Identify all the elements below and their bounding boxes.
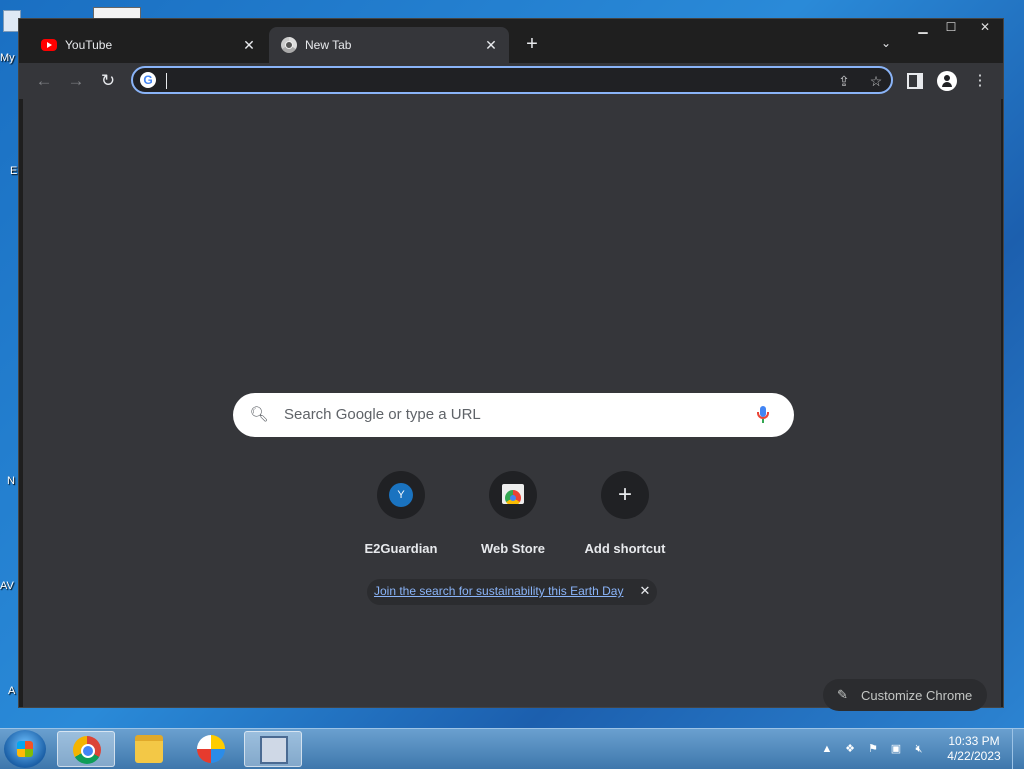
chrome-icon — [281, 37, 297, 53]
shortcut-tile — [489, 471, 537, 519]
ntp-search-box[interactable]: 🔍︎ Search Google or type a URL — [233, 393, 794, 437]
tab-title: YouTube — [65, 38, 113, 52]
tab-youtube[interactable]: YouTube ✕ — [29, 27, 267, 63]
profile-avatar-icon — [937, 71, 957, 92]
system-tray: ▲ ❖ ⚑ ▣ 🔇︎ — [820, 739, 926, 759]
back-arrow-icon[interactable]: ← — [31, 68, 57, 94]
start-button[interactable] — [4, 730, 46, 768]
shortcut-e2guardian[interactable]: Y E2Guardian — [345, 471, 457, 556]
youtube-icon — [41, 39, 57, 51]
address-bar[interactable]: G ⇪ ☆ — [131, 66, 893, 94]
network-icon[interactable]: ▣ — [889, 742, 903, 756]
pencil-icon: ✎ — [837, 687, 848, 702]
taskbar-network-app[interactable] — [244, 731, 302, 767]
search-icon: 🔍︎ — [249, 406, 269, 423]
promo-close-icon[interactable]: ✕ — [637, 583, 653, 599]
taskbar-security-app[interactable] — [182, 731, 240, 767]
volume-muted-icon[interactable]: 🔇︎ — [912, 742, 926, 756]
tab-title: New Tab — [305, 38, 352, 52]
clock-date: 4/22/2023 — [947, 749, 1001, 763]
new-tab-button[interactable]: + — [521, 34, 543, 56]
tray-app-icon[interactable]: ❖ — [843, 742, 857, 756]
address-input[interactable] — [165, 70, 819, 92]
tab-close-icon[interactable]: ✕ — [483, 37, 499, 53]
action-center-flag-icon[interactable]: ⚑ — [866, 742, 880, 756]
browser-toolbar: ← → ↻ G ⇪ ☆ ⋮ — [19, 63, 1003, 99]
microphone-icon[interactable] — [754, 404, 772, 426]
network-app-icon — [260, 736, 288, 764]
profile-button[interactable] — [934, 68, 960, 94]
taskbar-chrome[interactable] — [57, 731, 115, 767]
menu-kebab-icon[interactable]: ⋮ — [967, 68, 993, 94]
shortcut-tile: Y — [377, 471, 425, 519]
taskbar: ▲ ❖ ⚑ ▣ 🔇︎ 10:33 PM 4/22/2023 — [0, 728, 1024, 769]
web-store-icon — [502, 484, 524, 504]
share-icon[interactable]: ⇪ — [835, 72, 853, 90]
search-placeholder: Search Google or type a URL — [284, 406, 481, 423]
shortcut-label: E2Guardian — [364, 541, 438, 556]
chrome-window: YouTube ✕ New Tab ✕ + ⌄ ▁ ☐ ✕ ← → ↻ G ⇪ … — [18, 18, 1004, 711]
shortcut-add[interactable]: + Add shortcut — [569, 471, 681, 556]
reload-icon[interactable]: ↻ — [95, 68, 121, 94]
tab-strip: YouTube ✕ New Tab ✕ + ⌄ ▁ ☐ ✕ — [19, 19, 1003, 63]
text-caret — [166, 73, 167, 89]
tray-expand-icon[interactable]: ▲ — [820, 742, 834, 756]
e2guardian-favicon-icon: Y — [389, 483, 413, 507]
taskbar-file-explorer[interactable] — [120, 731, 178, 767]
new-tab-page: 🔍︎ Search Google or type a URL Y E2Guard… — [23, 99, 1001, 711]
side-panel-icon — [907, 73, 923, 90]
bookmark-star-icon[interactable]: ☆ — [867, 72, 885, 90]
tab-close-icon[interactable]: ✕ — [241, 37, 257, 53]
maximize-icon[interactable]: ☐ — [936, 19, 966, 37]
side-panel-button[interactable] — [902, 68, 928, 94]
google-g-icon: G — [140, 72, 156, 88]
show-desktop-button[interactable] — [1012, 729, 1024, 769]
clock-time: 10:33 PM — [948, 734, 1000, 748]
customize-label: Customize Chrome — [861, 688, 973, 703]
plus-icon: + — [617, 481, 632, 508]
file-explorer-icon — [135, 735, 163, 763]
promo-banner: Join the search for sustainability this … — [367, 579, 657, 605]
chrome-icon — [73, 736, 101, 764]
minimize-icon[interactable]: ▁ — [908, 19, 938, 37]
security-shield-icon — [197, 735, 225, 763]
taskbar-clock[interactable]: 10:33 PM 4/22/2023 — [945, 734, 1003, 764]
promo-link[interactable]: Join the search for sustainability this … — [374, 584, 623, 598]
tab-search-chevron-down-icon[interactable]: ⌄ — [877, 36, 895, 54]
close-icon[interactable]: ✕ — [967, 19, 1003, 37]
customize-chrome-button[interactable]: ✎ Customize Chrome — [823, 679, 987, 711]
forward-arrow-icon[interactable]: → — [63, 68, 89, 94]
shortcut-label: Web Store — [480, 541, 546, 556]
shortcut-label: Add shortcut — [584, 541, 666, 556]
shortcut-web-store[interactable]: Web Store — [457, 471, 569, 556]
shortcut-tile: + — [601, 471, 649, 519]
tab-new-tab[interactable]: New Tab ✕ — [269, 27, 509, 63]
